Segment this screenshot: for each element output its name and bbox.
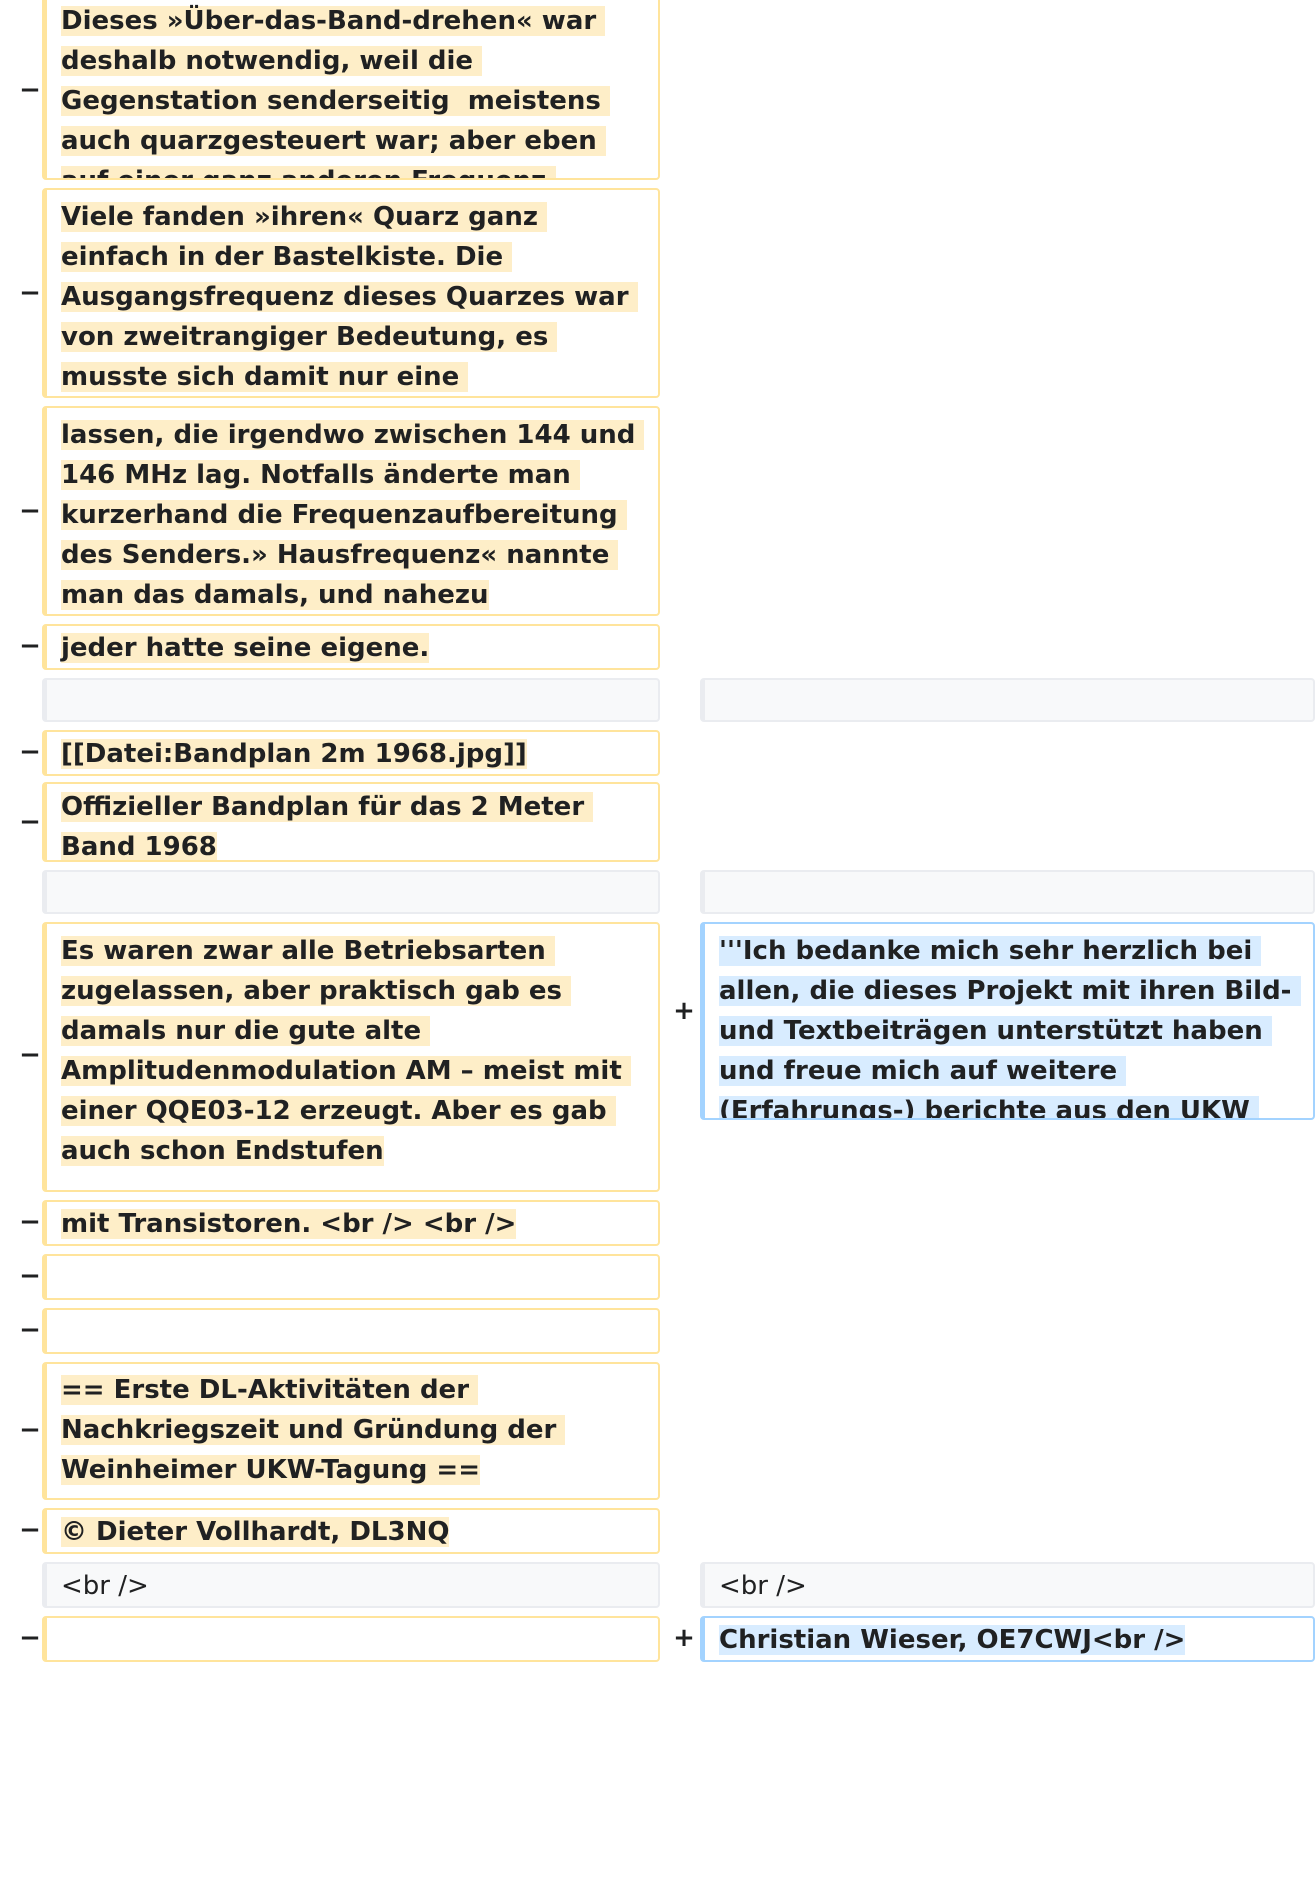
diff-row: − mit Transistoren. <br /> <br /> xyxy=(0,1200,1315,1246)
diff-row: − [[Datei:Bandplan 2m 1968.jpg]] xyxy=(0,730,1315,776)
deleted-line: jeder hatte seine eigene. xyxy=(42,624,660,670)
diff-row: − lassen, die irgendwo zwischen 144 und … xyxy=(0,406,1315,616)
added-line-marker: + xyxy=(673,996,695,1026)
diff-row: − Offizieller Bandplan für das 2 Meter B… xyxy=(0,782,1315,862)
deleted-line-text: Offizieller Bandplan für das 2 Meter Ban… xyxy=(61,792,594,862)
diff-row xyxy=(0,678,1315,722)
deleted-line xyxy=(42,1616,660,1662)
deleted-line: Dieses »Über-das-Band-drehen« war deshal… xyxy=(42,0,660,180)
deleted-line: Es waren zwar alle Betriebsarten zugelas… xyxy=(42,922,660,1192)
diff-row: − Es waren zwar alle Betriebsarten zugel… xyxy=(0,922,1315,1192)
deleted-line-text: © Dieter Vollhardt, DL3NQ xyxy=(61,1517,450,1547)
deleted-line: lassen, die irgendwo zwischen 144 und 14… xyxy=(42,406,660,616)
context-line xyxy=(42,870,660,914)
deleted-line: == Erste DL-Aktivitäten der Nachkriegsze… xyxy=(42,1362,660,1500)
diff-row: − xyxy=(0,1254,1315,1300)
diff-row: − Viele fanden »ihren« Quarz ganz einfac… xyxy=(0,188,1315,398)
context-line-text: <br /> xyxy=(719,1571,807,1601)
diff-row: − © Dieter Vollhardt, DL3NQ xyxy=(0,1508,1315,1554)
diff-table: − Dieses »Über-das-Band-drehen« war desh… xyxy=(0,0,1315,1896)
deleted-line: Offizieller Bandplan für das 2 Meter Ban… xyxy=(42,782,660,862)
deleted-line-text: lassen, die irgendwo zwischen 144 und 14… xyxy=(61,420,645,610)
context-line: <br /> xyxy=(700,1562,1315,1608)
deleted-line: Viele fanden »ihren« Quarz ganz einfach … xyxy=(42,188,660,398)
diff-row: − jeder hatte seine eigene. xyxy=(0,624,1315,670)
context-line xyxy=(700,870,1315,914)
added-line-marker: + xyxy=(673,1623,695,1653)
diff-row: − Dieses »Über-das-Band-drehen« war desh… xyxy=(0,0,1315,180)
diff-row: − + Christian Wieser, OE7CWJ<br /> xyxy=(0,1616,1315,1662)
deleted-line: [[Datei:Bandplan 2m 1968.jpg]] xyxy=(42,730,660,776)
deleted-line-text: [[Datei:Bandplan 2m 1968.jpg]] xyxy=(61,739,527,769)
context-line: <br /> xyxy=(42,1562,660,1608)
deleted-line-text: jeder hatte seine eigene. xyxy=(61,633,430,663)
deleted-line xyxy=(42,1308,660,1354)
deleted-line-text: Dieses »Über-das-Band-drehen« war deshal… xyxy=(61,6,610,178)
deleted-line: © Dieter Vollhardt, DL3NQ xyxy=(42,1508,660,1554)
deleted-line-text: Viele fanden »ihren« Quarz ganz einfach … xyxy=(61,202,638,396)
diff-row: <br /> <br /> xyxy=(0,1562,1315,1608)
added-line-text: Christian Wieser, OE7CWJ<br /> xyxy=(719,1625,1186,1655)
diff-row xyxy=(0,870,1315,914)
context-line-text: <br /> xyxy=(61,1571,149,1601)
deleted-line xyxy=(42,1254,660,1300)
deleted-line-text: Es waren zwar alle Betriebsarten zugelas… xyxy=(61,936,631,1166)
deleted-line: mit Transistoren. <br /> <br /> xyxy=(42,1200,660,1246)
added-line-text: '''Ich bedanke mich sehr herzlich bei al… xyxy=(719,936,1301,1118)
deleted-line-text: == Erste DL-Aktivitäten der Nachkriegsze… xyxy=(61,1375,566,1485)
diff-row: − xyxy=(0,1308,1315,1354)
added-line: '''Ich bedanke mich sehr herzlich bei al… xyxy=(700,922,1315,1120)
context-line xyxy=(700,678,1315,722)
context-line xyxy=(42,678,660,722)
added-line: Christian Wieser, OE7CWJ<br /> xyxy=(700,1616,1315,1662)
deleted-line-text: mit Transistoren. <br /> <br /> xyxy=(61,1209,517,1239)
diff-row: − == Erste DL-Aktivitäten der Nachkriegs… xyxy=(0,1362,1315,1500)
